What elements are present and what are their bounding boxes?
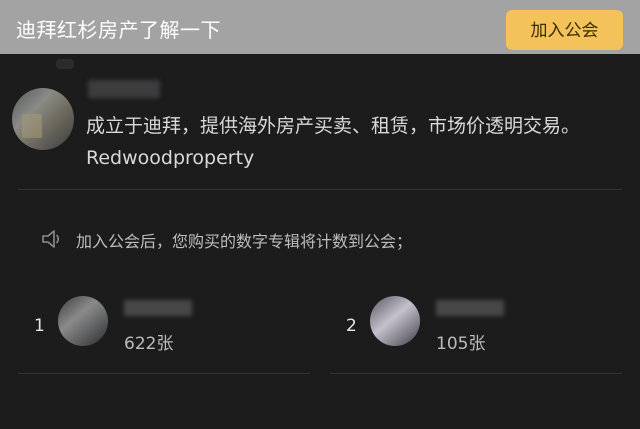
top-bar: 迪拜红杉房产了解一下 加入公会 [0,0,640,54]
member-name-blurred [124,300,192,316]
blurred-badge [56,59,74,69]
guild-description: 成立于迪拜，提供海外房产买卖、租赁，市场价透明交易。Redwoodpropert… [86,115,581,169]
member-item[interactable]: 2 105张 [346,296,636,366]
divider [18,373,310,374]
member-rank: 1 [34,316,45,336]
divider [330,373,622,374]
member-count: 622张 [124,334,174,354]
member-avatar [370,296,420,346]
guild-profile: 成立于迪拜，提供海外房产买卖、租赁，市场价透明交易。Redwoodpropert… [0,54,640,190]
member-avatar [58,296,108,346]
member-rank: 2 [346,316,357,336]
speaker-icon [42,230,60,248]
member-count: 105张 [436,334,486,354]
member-item[interactable]: 1 622张 [34,296,324,366]
join-guild-button[interactable]: 加入公会 [506,10,623,50]
guild-avatar[interactable] [12,88,74,150]
member-name-blurred [436,300,504,316]
divider [18,189,622,190]
guild-name-blurred [88,80,160,98]
notice-text: 加入公会后，您购买的数字专辑将计数到公会； [76,232,413,251]
page-title: 迪拜红杉房产了解一下 [16,18,221,42]
